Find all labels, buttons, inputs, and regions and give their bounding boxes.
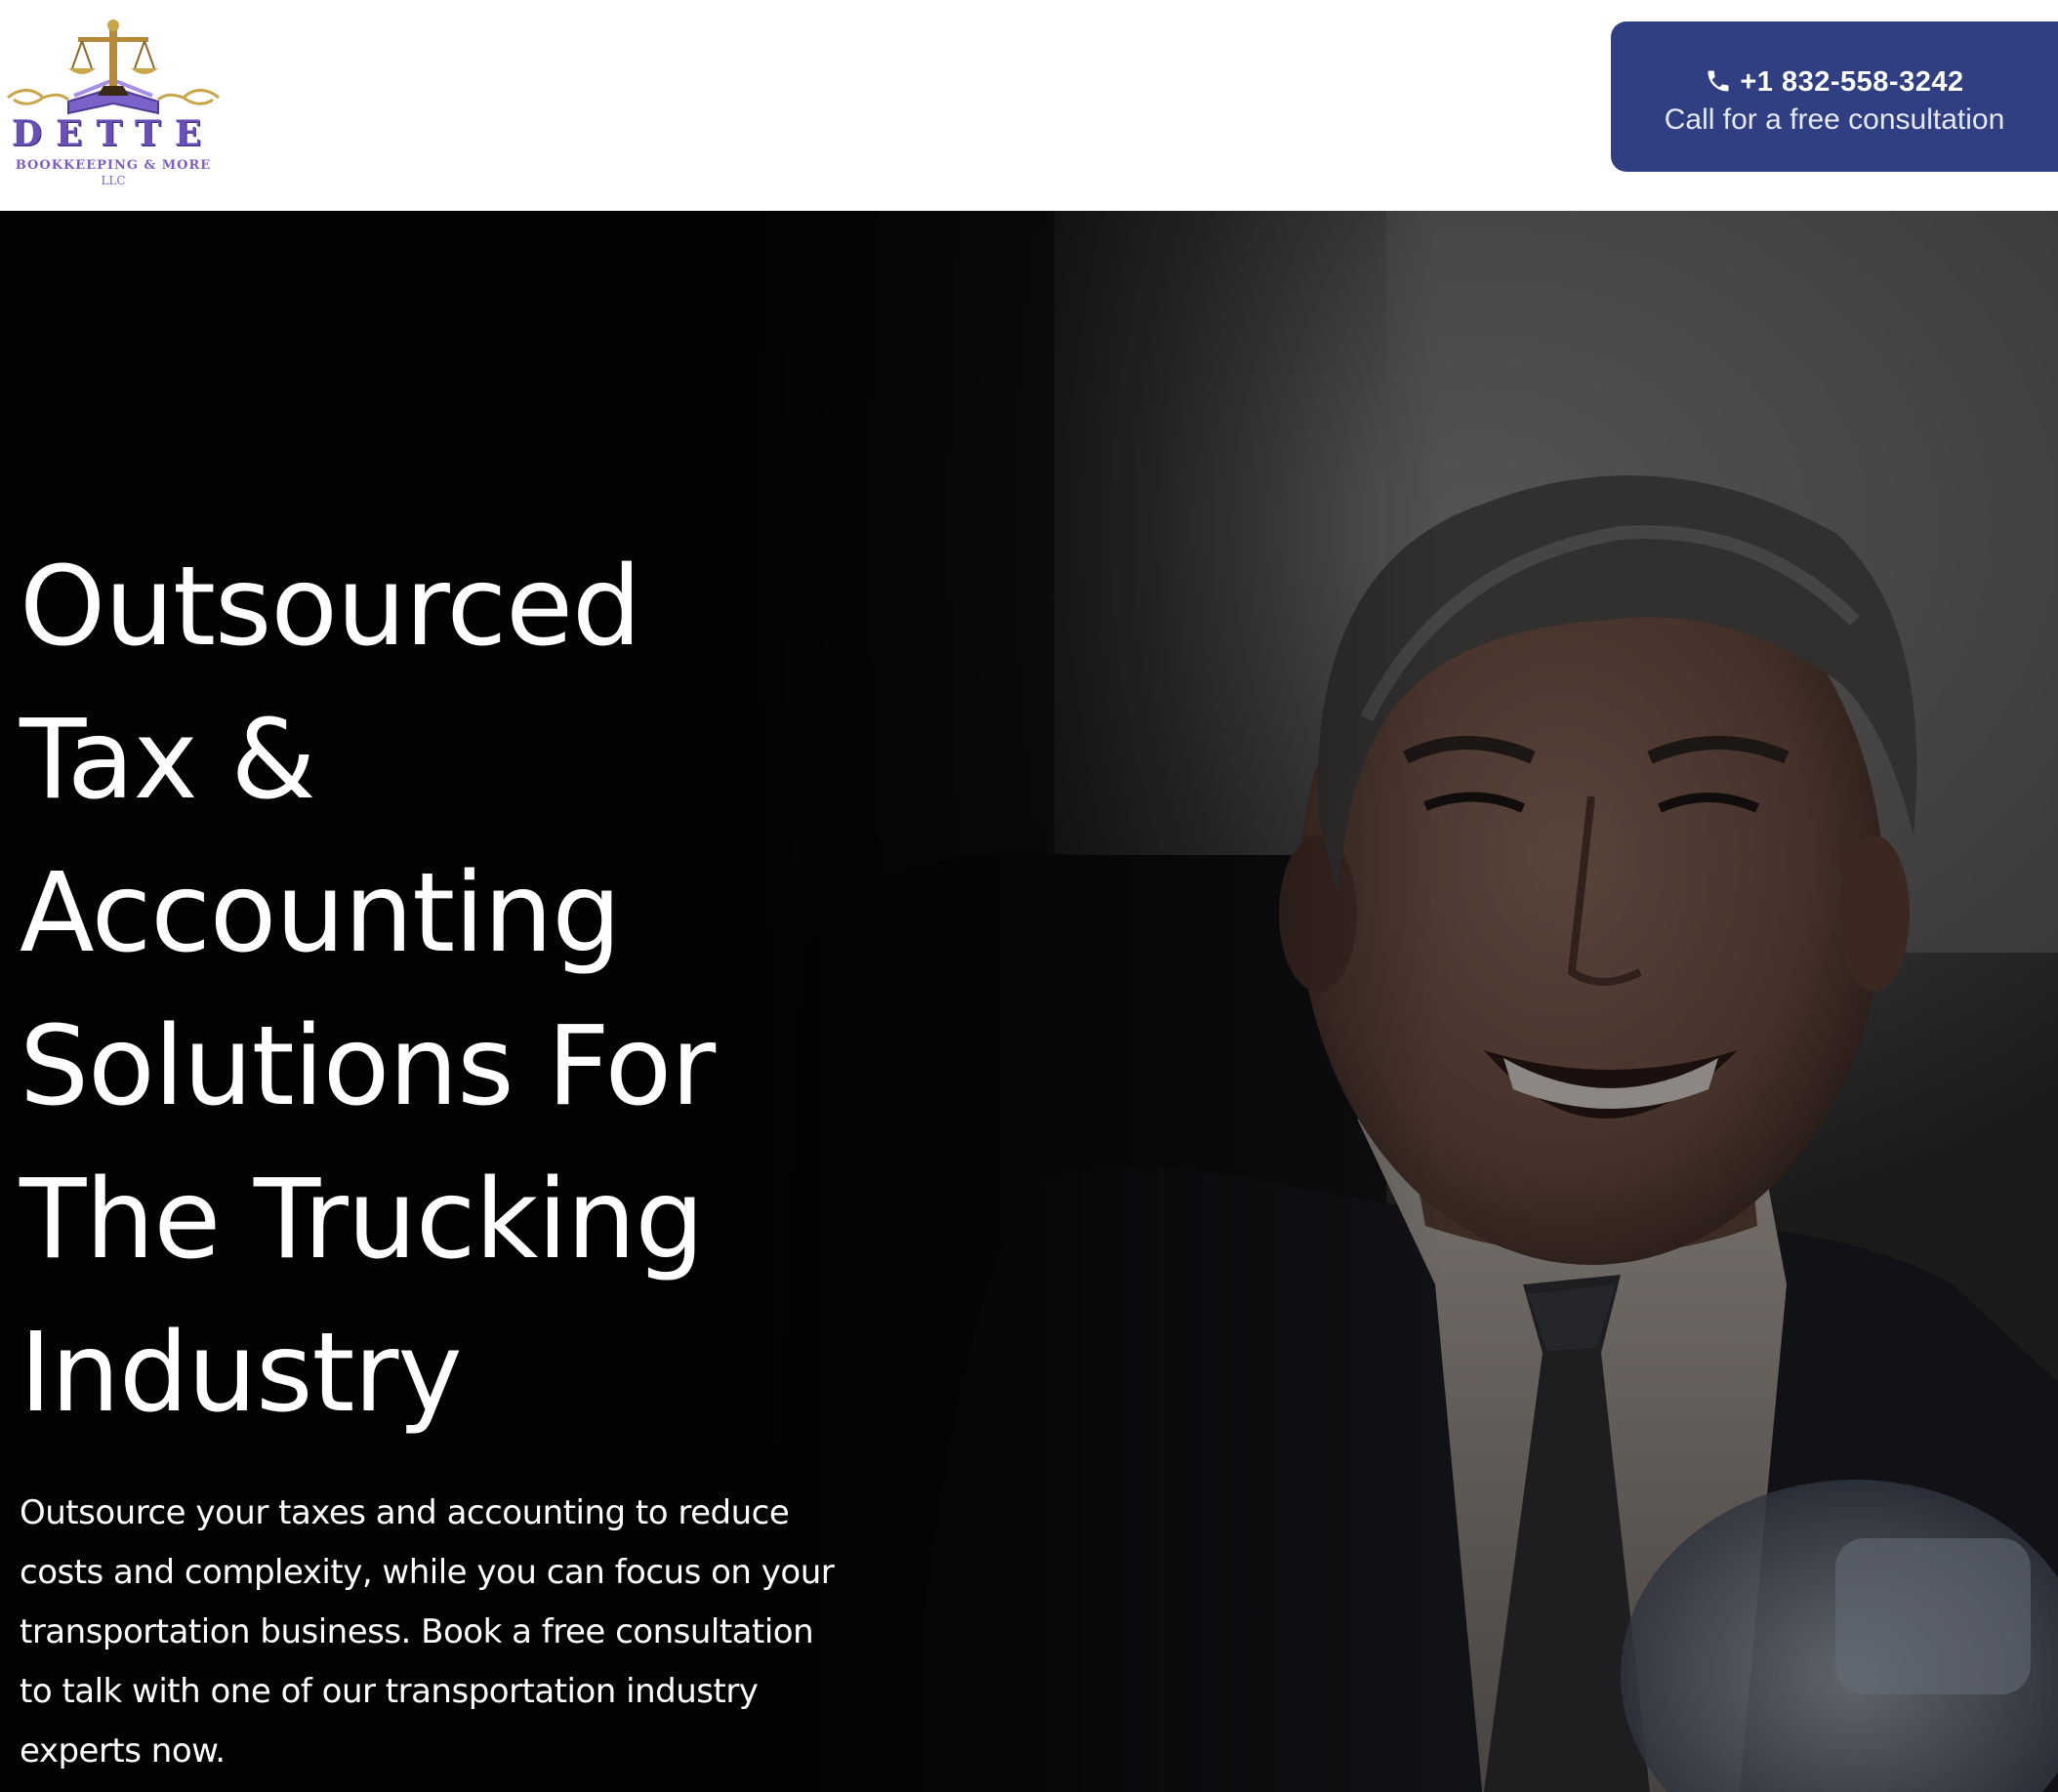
description-line: to talk with one of our transportation i…: [20, 1672, 759, 1711]
phone-icon: [1708, 70, 1729, 92]
headline-line: Tax &: [20, 697, 316, 824]
headline-line: The Trucking: [20, 1157, 705, 1283]
headline-line: Industry: [20, 1310, 463, 1437]
call-consultation-button[interactable]: +1 832-558-3242 Call for a free consulta…: [1611, 21, 2058, 172]
cta-phone-number: +1 832-558-3242: [1740, 66, 1964, 98]
hero-description: Outsource your taxes and accounting to r…: [20, 1484, 879, 1781]
description-line: costs and complexity, while you can focu…: [20, 1553, 835, 1592]
headline-line: Outsourced: [20, 544, 641, 671]
description-line: experts now.: [20, 1731, 226, 1771]
site-header: DETTE BOOKKEEPING & MORE LLC +1 832-558-…: [0, 0, 2058, 211]
logo-wordmark: DETTE: [11, 113, 216, 154]
description-line: Outsource your taxes and accounting to r…: [20, 1493, 790, 1532]
headline-line: Accounting: [20, 850, 621, 977]
description-line: transportation business. Book a free con…: [20, 1612, 814, 1651]
company-logo[interactable]: DETTE BOOKKEEPING & MORE LLC: [0, 16, 226, 187]
headline-line: Solutions For: [20, 1003, 716, 1130]
hero-section: Outsourced Tax & Accounting Solutions Fo…: [0, 211, 2058, 1792]
hero-headline: Outsourced Tax & Accounting Solutions Fo…: [20, 531, 761, 1450]
cta-phone-line: +1 832-558-3242: [1611, 66, 2058, 99]
logo-tagline: BOOKKEEPING & MORE: [15, 158, 212, 173]
logo-suffix: LLC: [101, 174, 126, 187]
cta-subtitle: Call for a free consultation: [1664, 103, 2005, 136]
